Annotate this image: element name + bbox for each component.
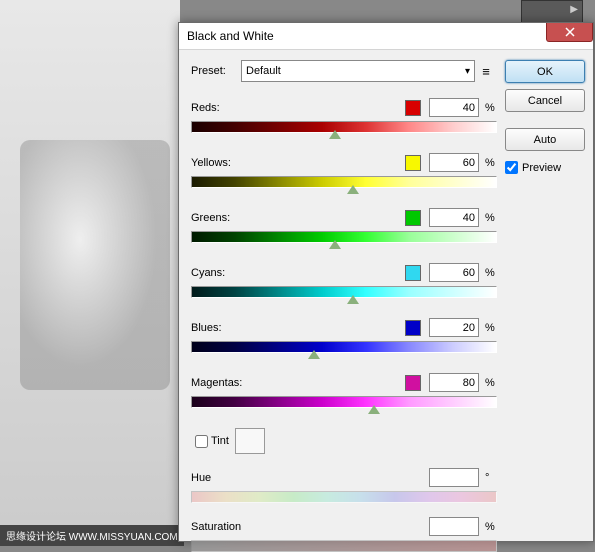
slider-thumb-magentas[interactable] (368, 405, 380, 414)
preset-value: Default (246, 65, 281, 77)
saturation-slider[interactable] (191, 540, 497, 552)
preview-checkbox[interactable] (505, 161, 518, 174)
close-button[interactable] (546, 23, 593, 42)
close-icon (565, 27, 575, 37)
hue-label: Hue (191, 472, 429, 484)
hue-unit: ° (485, 472, 497, 484)
value-input-reds[interactable] (429, 98, 479, 117)
percent-label: % (485, 267, 497, 279)
saturation-unit: % (485, 521, 497, 533)
percent-label: % (485, 322, 497, 334)
slider-label-cyans: Cyans: (191, 267, 405, 279)
value-input-blues[interactable] (429, 318, 479, 337)
swatch-yellows (405, 155, 421, 171)
percent-label: % (485, 377, 497, 389)
slider-thumb-reds[interactable] (329, 130, 341, 139)
slider-label-yellows: Yellows: (191, 157, 405, 169)
value-input-yellows[interactable] (429, 153, 479, 172)
ok-button[interactable]: OK (505, 60, 585, 83)
tint-label: Tint (211, 435, 229, 447)
slider-thumb-blues[interactable] (308, 350, 320, 359)
slider-magentas[interactable] (191, 396, 497, 408)
preset-label: Preset: (191, 65, 241, 77)
dialog-titlebar[interactable]: Black and White (179, 23, 593, 50)
percent-label: % (485, 102, 497, 114)
watermark-text: 思缘设计论坛 WWW.MISSYUAN.COM (0, 525, 184, 546)
percent-label: % (485, 212, 497, 224)
saturation-input[interactable] (429, 517, 479, 536)
value-input-greens[interactable] (429, 208, 479, 227)
slider-thumb-cyans[interactable] (347, 295, 359, 304)
preset-dropdown[interactable]: Default (241, 60, 475, 82)
swatch-greens (405, 210, 421, 226)
slider-greens[interactable] (191, 231, 497, 243)
slider-cyans[interactable] (191, 286, 497, 298)
value-input-magentas[interactable] (429, 373, 479, 392)
slider-yellows[interactable] (191, 176, 497, 188)
black-and-white-dialog: Black and White Preset: Default ≡ Reds: … (178, 22, 594, 542)
swatch-reds (405, 100, 421, 116)
preview-label: Preview (522, 162, 561, 174)
value-input-cyans[interactable] (429, 263, 479, 282)
slider-reds[interactable] (191, 121, 497, 133)
slider-blues[interactable] (191, 341, 497, 353)
tint-checkbox[interactable] (195, 435, 208, 448)
saturation-label: Saturation (191, 521, 429, 533)
tint-swatch[interactable] (235, 428, 265, 454)
swatch-magentas (405, 375, 421, 391)
cancel-button[interactable]: Cancel (505, 89, 585, 112)
swatch-cyans (405, 265, 421, 281)
slider-label-reds: Reds: (191, 102, 405, 114)
slider-thumb-greens[interactable] (329, 240, 341, 249)
auto-button[interactable]: Auto (505, 128, 585, 151)
hue-input[interactable] (429, 468, 479, 487)
slider-thumb-yellows[interactable] (347, 185, 359, 194)
slider-label-blues: Blues: (191, 322, 405, 334)
swatch-blues (405, 320, 421, 336)
hue-slider[interactable] (191, 491, 497, 503)
slider-label-greens: Greens: (191, 212, 405, 224)
preset-menu-icon[interactable]: ≡ (475, 64, 497, 79)
dialog-title: Black and White (187, 29, 274, 43)
percent-label: % (485, 157, 497, 169)
canvas-background (0, 0, 180, 525)
slider-label-magentas: Magentas: (191, 377, 405, 389)
panel-fragment (521, 0, 583, 24)
